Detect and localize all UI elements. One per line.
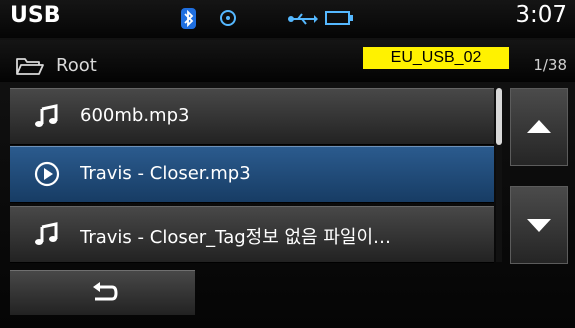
track-title: Travis - Closer.mp3 bbox=[80, 163, 251, 184]
usb-player-screen: USB 3:07 Root EU_USB_02 1/38 600mb.mp3 T… bbox=[0, 0, 575, 328]
arrow-up-icon bbox=[527, 120, 551, 133]
back-button[interactable] bbox=[10, 270, 195, 315]
play-circle-icon bbox=[34, 161, 60, 187]
status-bar: USB 3:07 bbox=[0, 0, 575, 38]
screen-title: USB bbox=[10, 3, 61, 28]
music-note-icon bbox=[34, 103, 60, 129]
folder-icon bbox=[15, 56, 45, 76]
cd-icon bbox=[220, 10, 236, 26]
usb-icon bbox=[288, 11, 318, 25]
track-row-playing[interactable]: Travis - Closer.mp3 bbox=[10, 146, 494, 203]
path-label: Root bbox=[56, 55, 97, 76]
track-row[interactable]: Travis - Closer_Tag정보 없음 파일이… bbox=[10, 206, 494, 263]
clock: 3:07 bbox=[515, 2, 567, 28]
track-row[interactable]: 600mb.mp3 bbox=[10, 88, 494, 145]
track-title: Travis - Closer_Tag정보 없음 파일이… bbox=[80, 227, 392, 248]
back-arrow-icon bbox=[90, 282, 120, 304]
bluetooth-icon bbox=[181, 8, 196, 29]
track-title: 600mb.mp3 bbox=[80, 105, 190, 126]
scrollbar-thumb[interactable] bbox=[496, 88, 502, 145]
page-count: 1/38 bbox=[533, 56, 567, 74]
scroll-up-button[interactable] bbox=[510, 88, 568, 166]
music-note-icon bbox=[34, 221, 60, 247]
battery-icon bbox=[325, 10, 355, 26]
scroll-down-button[interactable] bbox=[510, 186, 568, 264]
usb-source-tag: EU_USB_02 bbox=[363, 47, 509, 69]
arrow-down-icon bbox=[527, 219, 551, 232]
